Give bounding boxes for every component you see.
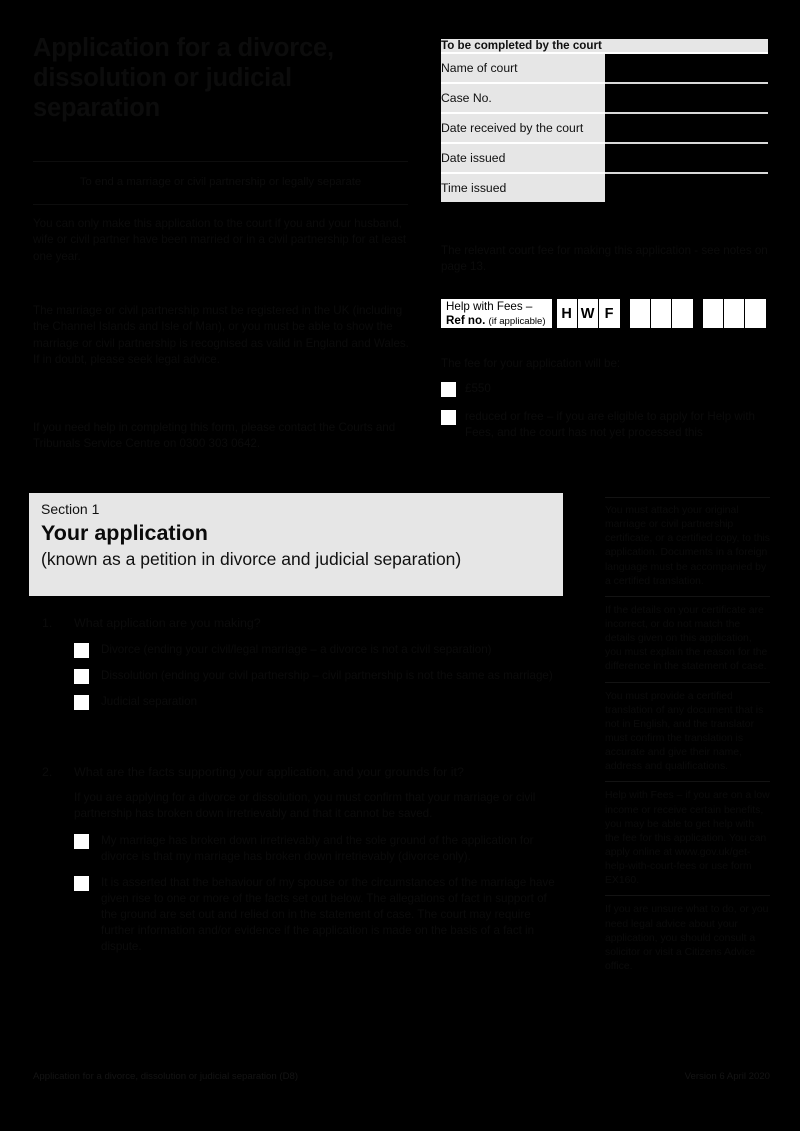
hwf-input-box[interactable] bbox=[671, 299, 693, 328]
lede-callout: To end a marriage or civil partnership o… bbox=[33, 161, 408, 205]
help-with-fees-row: Help with Fees – Ref no. (if applicable)… bbox=[441, 299, 766, 328]
field-name-of-court[interactable] bbox=[604, 53, 768, 84]
question-1-option-row[interactable]: Judicial separation bbox=[74, 694, 562, 710]
table-row: Date received by the court bbox=[441, 113, 768, 144]
table-row: Name of court bbox=[441, 53, 768, 84]
intro-paragraph-1: You can only make this application to th… bbox=[33, 217, 407, 263]
payment-option-row[interactable]: £550 bbox=[441, 381, 771, 397]
page-footer: Application for a divorce, dissolution o… bbox=[33, 1071, 770, 1082]
hwf-input-box[interactable] bbox=[629, 299, 651, 328]
court-use-table: To be completed by the court Name of cou… bbox=[441, 39, 768, 202]
hwf-group-2[interactable] bbox=[702, 299, 766, 328]
section-number: Section 1 bbox=[41, 501, 100, 517]
footer-form-name: Application for a divorce, dissolution o… bbox=[33, 1071, 299, 1082]
checkbox-icon[interactable] bbox=[74, 875, 89, 891]
checkbox-icon[interactable] bbox=[441, 382, 456, 397]
field-time-issued[interactable] bbox=[604, 173, 768, 202]
field-case-no[interactable] bbox=[604, 83, 768, 114]
hwf-prefix-boxes: H W F bbox=[556, 299, 620, 328]
label-date-issued: Date issued bbox=[441, 143, 605, 174]
payment-option-label: £550 bbox=[465, 382, 491, 395]
hwf-refno-text: Ref no. bbox=[446, 313, 486, 327]
label-date-received: Date received by the court bbox=[441, 113, 605, 144]
fee-note: The relevant court fee for making this a… bbox=[441, 244, 768, 274]
hwf-input-box[interactable] bbox=[723, 299, 745, 328]
lede-text: To end a marriage or civil partnership o… bbox=[79, 176, 362, 189]
question-1-option-label: Dissolution (ending your civil partnersh… bbox=[101, 668, 553, 682]
hwf-letter-h: H bbox=[556, 299, 578, 328]
hwf-group-1[interactable] bbox=[629, 299, 693, 328]
label-time-issued: Time issued bbox=[441, 173, 605, 202]
question-1-number: 1. bbox=[42, 616, 53, 630]
hwf-input-box[interactable] bbox=[650, 299, 672, 328]
note-block: If you are unsure what to do, or you nee… bbox=[605, 904, 769, 972]
question-2-option-label: My marriage has broken down irretrievabl… bbox=[101, 833, 534, 863]
label-case-no: Case No. bbox=[441, 83, 605, 114]
section-subtitle: (known as a petition in divorce and judi… bbox=[41, 549, 462, 570]
hwf-input-box[interactable] bbox=[702, 299, 724, 328]
hwf-letter-w: W bbox=[577, 299, 599, 328]
question-1-option-row[interactable]: Divorce (ending your civil/legal marriag… bbox=[74, 642, 562, 658]
section-header-bar: Section 1 Your application (known as a p… bbox=[29, 493, 563, 596]
section-title: Your application bbox=[41, 520, 208, 545]
table-header-row: To be completed by the court bbox=[441, 39, 768, 54]
payment-intro: The fee for your application will be: bbox=[441, 357, 621, 370]
question-1-heading: 1. What application are you making? bbox=[42, 615, 562, 632]
payment-option-row[interactable]: reduced or free – if you are eligible to… bbox=[441, 409, 771, 441]
intro-paragraph-2: The marriage or civil partnership must b… bbox=[33, 304, 409, 367]
table-row: Date issued bbox=[441, 143, 768, 174]
label-name-of-court: Name of court bbox=[441, 53, 605, 84]
hwf-label-line2: Ref no. (if applicable) bbox=[446, 314, 546, 328]
checkbox-icon[interactable] bbox=[74, 694, 89, 710]
notes-column: You must attach your original marriage o… bbox=[605, 497, 770, 988]
table-row: Time issued bbox=[441, 173, 768, 202]
question-2-option-row[interactable]: It is asserted that the behaviour of my … bbox=[74, 875, 562, 955]
note-block: You must provide a certified translation… bbox=[605, 690, 770, 783]
question-2-text: What are the facts supporting your appli… bbox=[74, 765, 464, 779]
question-2-note: If you are applying for a divorce or dis… bbox=[74, 790, 536, 821]
question-1: 1. What application are you making? Divo… bbox=[42, 615, 562, 710]
question-2: 2. What are the facts supporting your ap… bbox=[42, 764, 562, 955]
footer-version: Version 6 April 2020 bbox=[684, 1071, 770, 1082]
question-1-option-row[interactable]: Dissolution (ending your civil partnersh… bbox=[74, 668, 562, 684]
intro-paragraph-3: If you need help in completing this form… bbox=[33, 421, 396, 451]
question-2-number: 2. bbox=[42, 765, 53, 779]
question-2-option-label: It is asserted that the behaviour of my … bbox=[101, 875, 555, 953]
checkbox-icon[interactable] bbox=[74, 642, 89, 658]
hwf-ifapplicable-text: (if applicable) bbox=[488, 315, 546, 327]
table-row: Case No. bbox=[441, 83, 768, 114]
payment-option-label: reduced or free – if you are eligible to… bbox=[465, 410, 756, 440]
page-title: Application for a divorce, dissolution o… bbox=[33, 34, 334, 122]
note-block: Help with Fees – if you are on a low inc… bbox=[605, 789, 770, 897]
question-2-option-row[interactable]: My marriage has broken down irretrievabl… bbox=[74, 833, 562, 865]
question-1-option-label: Judicial separation bbox=[101, 694, 198, 708]
court-table-heading: To be completed by the court bbox=[441, 39, 768, 54]
hwf-label-line1: Help with Fees – bbox=[446, 299, 533, 313]
hwf-letter-f: F bbox=[598, 299, 620, 328]
form-page: Application for a divorce, dissolution o… bbox=[0, 0, 800, 1131]
note-block: You must attach your original marriage o… bbox=[605, 504, 770, 597]
field-date-issued[interactable] bbox=[604, 143, 768, 174]
field-date-received[interactable] bbox=[604, 113, 768, 144]
question-1-text: What application are you making? bbox=[74, 616, 261, 630]
help-with-fees-label: Help with Fees – Ref no. (if applicable) bbox=[441, 299, 552, 328]
question-2-heading: 2. What are the facts supporting your ap… bbox=[42, 764, 562, 781]
checkbox-icon[interactable] bbox=[74, 668, 89, 684]
question-1-option-label: Divorce (ending your civil/legal marriag… bbox=[101, 642, 492, 656]
checkbox-icon[interactable] bbox=[441, 410, 456, 425]
hwf-input-box[interactable] bbox=[744, 299, 766, 328]
checkbox-icon[interactable] bbox=[74, 833, 89, 849]
note-block: If the details on your certificate are i… bbox=[605, 604, 770, 683]
